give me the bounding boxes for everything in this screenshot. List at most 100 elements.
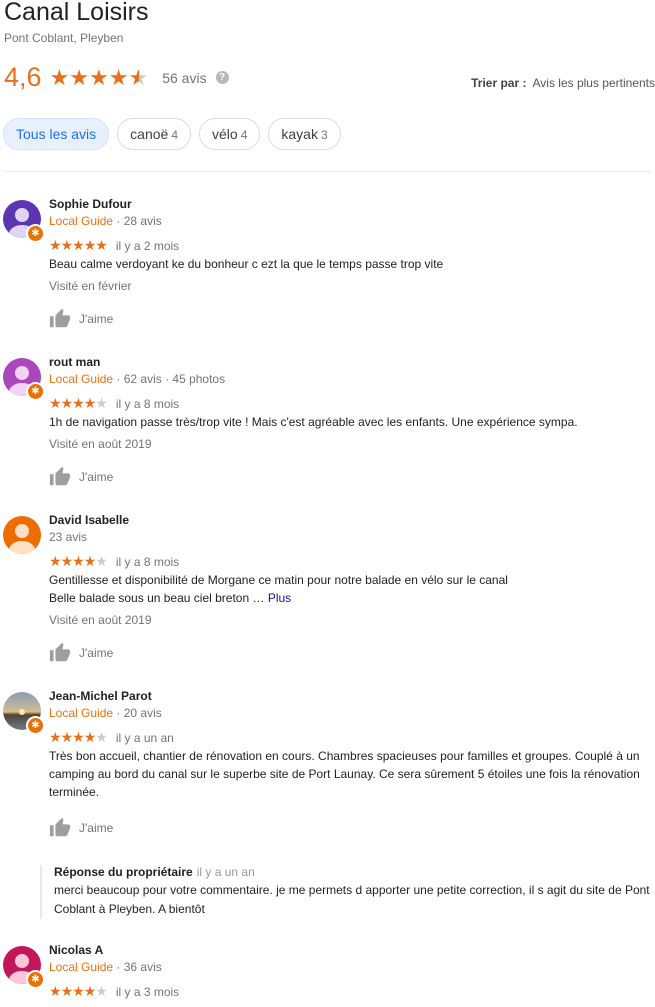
review-text: 1h de navigation passe très/trop vite ! … [49,413,649,431]
person-icon [9,524,35,554]
star-filled-icon: ★ [60,983,74,999]
review-rating: ★ ★ ★ ★ ★ il y a 3 mois [49,983,179,1000]
owner-reply-label: Réponse du propriétaire [54,865,193,879]
local-guide-label: Local Guide [49,960,114,974]
star-filled-icon: ★ [49,64,70,90]
divider [4,171,651,172]
sort-label: Trier par : [471,76,527,90]
star-half-icon: ★ [128,64,149,90]
star-filled-icon: ★ [72,553,85,569]
reviewer-name[interactable]: David Isabelle [49,513,129,527]
star-empty-icon: ★ [95,395,108,411]
star-filled-icon: ★ [49,553,62,569]
star-filled-icon: ★ [49,983,62,999]
review-body: Très bon accueil, chantier de rénovation… [49,749,640,799]
review-rating: ★ ★ ★ ★ ★ il y a 8 mois [49,553,179,570]
review-date: il y a 3 mois [115,984,180,999]
star-empty-icon: ★ [95,983,108,999]
owner-reply-header: Réponse du propriétaire il y a un an [54,865,655,879]
rating-stars: ★ ★ ★ ★ ★ [50,65,149,91]
star-filled-icon: ★ [60,553,74,569]
filter-chip-label: vélo [212,126,238,142]
star-filled-icon: ★ [89,64,109,90]
reviewer-name[interactable]: Sophie Dufour [49,197,132,211]
star-filled-icon: ★ [69,64,90,90]
review-date: il y a un an [115,730,174,745]
star-filled-icon: ★ [83,395,97,411]
like-label: J'aime [79,646,114,660]
review-filters: Tous les avis canoë 4 vélo 4 kayak 3 [3,118,349,150]
rating-value: 4,6 [4,62,42,92]
filter-chip-label: kayak [281,126,318,142]
star-filled-icon: ★ [60,237,74,253]
review-rating: ★ ★ ★ ★ ★ il y a 8 mois [49,395,179,412]
review-date: il y a 8 mois [115,396,180,411]
help-icon[interactable]: ? [215,71,229,84]
star-empty-icon: ★ [95,729,108,745]
filter-chip-velo[interactable]: vélo 4 [199,118,261,150]
like-button[interactable]: J'aime [49,466,113,488]
star-filled-icon: ★ [49,237,62,253]
review-stars: ★ ★ ★ ★ ★ [49,983,108,1000]
review-text: Beau calme verdoyant ke du bonheur c ezt… [49,255,649,273]
review-body: 1h de navigation passe très/trop vite ! … [49,415,578,429]
star-filled-icon: ★ [95,237,108,253]
review-stars: ★ ★ ★ ★ ★ [49,553,108,570]
review-date: il y a 8 mois [115,554,180,569]
reviewer-name[interactable]: Jean-Michel Parot [49,689,152,703]
local-guide-badge-icon [26,716,45,735]
review-date: il y a 2 mois [115,238,180,253]
star-filled-icon: ★ [60,729,74,745]
review-text: Gentillesse et disponibilité de Morgane … [49,571,649,607]
reviewer-stats: · 62 avis · 45 photos [113,372,226,386]
like-button[interactable]: J'aime [49,642,113,664]
reviewer-name[interactable]: Nicolas A [49,943,103,957]
filter-chip-canoe[interactable]: canoë 4 [117,118,191,150]
reviewer-stats: 23 avis [49,530,88,544]
local-guide-badge-icon [26,970,45,989]
reviewer-stats: · 28 avis [113,214,162,228]
reviewer-meta: Local Guide · 36 avis [49,960,162,974]
review-count[interactable]: 56 avis [162,70,206,86]
review-stars: ★ ★ ★ ★ ★ [49,395,108,412]
thumbs-up-icon [49,642,71,662]
owner-reply-text: merci beaucoup pour votre commentaire. j… [54,883,650,916]
like-label: J'aime [79,821,114,835]
reviewer-meta: Local Guide · 28 avis [49,214,162,228]
visit-date: Visité en août 2019 [49,437,152,451]
star-filled-icon: ★ [83,553,97,569]
sort-value[interactable]: Avis les plus pertinents [532,76,655,90]
filter-chip-count: 3 [320,128,328,142]
star-filled-icon: ★ [72,237,85,253]
filter-chip-all[interactable]: Tous les avis [3,118,110,150]
filter-chip-count: 4 [171,128,178,142]
review-stars: ★ ★ ★ ★ ★ [49,729,108,746]
owner-reply: Réponse du propriétaire il y a un an merc… [40,865,655,919]
rating-summary: 4,6 ★ ★ ★ ★ ★ 56 avis ? [4,62,229,93]
thumbs-up-icon [49,308,71,328]
like-button[interactable]: J'aime [49,817,113,839]
review-text: Très bon accueil, chantier de rénovation… [49,747,644,801]
like-label: J'aime [79,312,114,326]
star-filled-icon: ★ [83,729,97,745]
filter-chip-count: 4 [240,128,248,142]
star-filled-icon: ★ [83,237,97,253]
reviewer-meta: Local Guide · 62 avis · 45 photos [49,372,225,386]
more-link[interactable]: Plus [268,591,291,605]
review-rating: ★ ★ ★ ★ ★ il y a 2 mois [49,237,179,254]
local-guide-badge-icon [26,224,45,243]
star-filled-icon: ★ [49,395,62,411]
review-stars: ★ ★ ★ ★ ★ [49,237,108,254]
sort-control[interactable]: Trier par : Avis les plus pertinents [471,76,655,90]
star-filled-icon: ★ [72,729,85,745]
business-title: Canal Loisirs [4,0,149,26]
owner-reply-date: il y a un an [196,865,255,879]
like-label: J'aime [79,470,114,484]
avatar[interactable] [3,516,41,554]
like-button[interactable]: J'aime [49,308,113,330]
star-filled-icon: ★ [83,983,97,999]
thumbs-up-icon [49,466,71,486]
star-filled-icon: ★ [72,983,85,999]
reviewer-name[interactable]: rout man [49,355,100,369]
filter-chip-kayak[interactable]: kayak 3 [268,118,341,150]
